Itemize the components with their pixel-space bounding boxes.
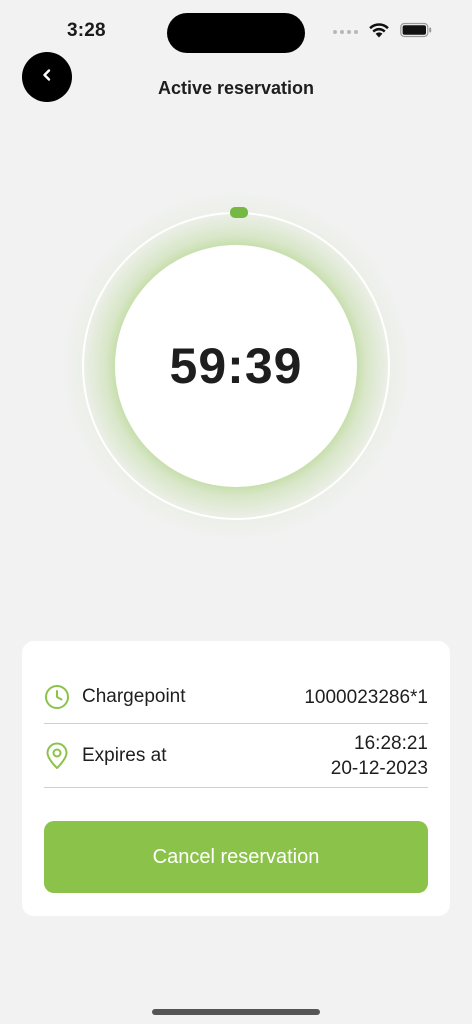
location-pin-icon (44, 742, 70, 769)
expires-date: 20-12-2023 (330, 758, 428, 779)
cellular-signal-icon (333, 30, 358, 34)
divider (44, 787, 428, 788)
chargepoint-label: Chargepoint (82, 686, 186, 707)
status-indicators (333, 22, 432, 42)
cancel-reservation-button[interactable]: Cancel reservation (44, 821, 428, 893)
timer-progress-indicator (230, 207, 248, 218)
countdown-timer: 59:39 (36, 166, 436, 566)
expires-label: Expires at (82, 745, 167, 766)
home-indicator[interactable] (152, 1009, 320, 1015)
timer-remaining: 59:39 (169, 338, 303, 394)
timer-face: 59:39 (115, 245, 357, 487)
divider (44, 723, 428, 724)
wifi-icon (368, 22, 390, 43)
status-bar: 3:28 (0, 0, 472, 60)
dynamic-island (167, 13, 305, 53)
page-title: Active reservation (157, 78, 315, 98)
chargepoint-row: Chargepoint 1000023286*1 (44, 671, 428, 723)
status-time: 3:28 (67, 20, 106, 41)
battery-icon (400, 22, 432, 43)
expires-row: Expires at 16:28:21 20-12-2023 (44, 725, 428, 787)
expires-value: 16:28:21 20-12-2023 (331, 731, 428, 781)
clock-icon (44, 684, 70, 710)
reservation-details-card: Chargepoint 1000023286*1 Expires at 16:2… (22, 641, 450, 916)
expires-time: 16:28:21 (354, 733, 428, 754)
chargepoint-value: 1000023286*1 (304, 686, 428, 708)
